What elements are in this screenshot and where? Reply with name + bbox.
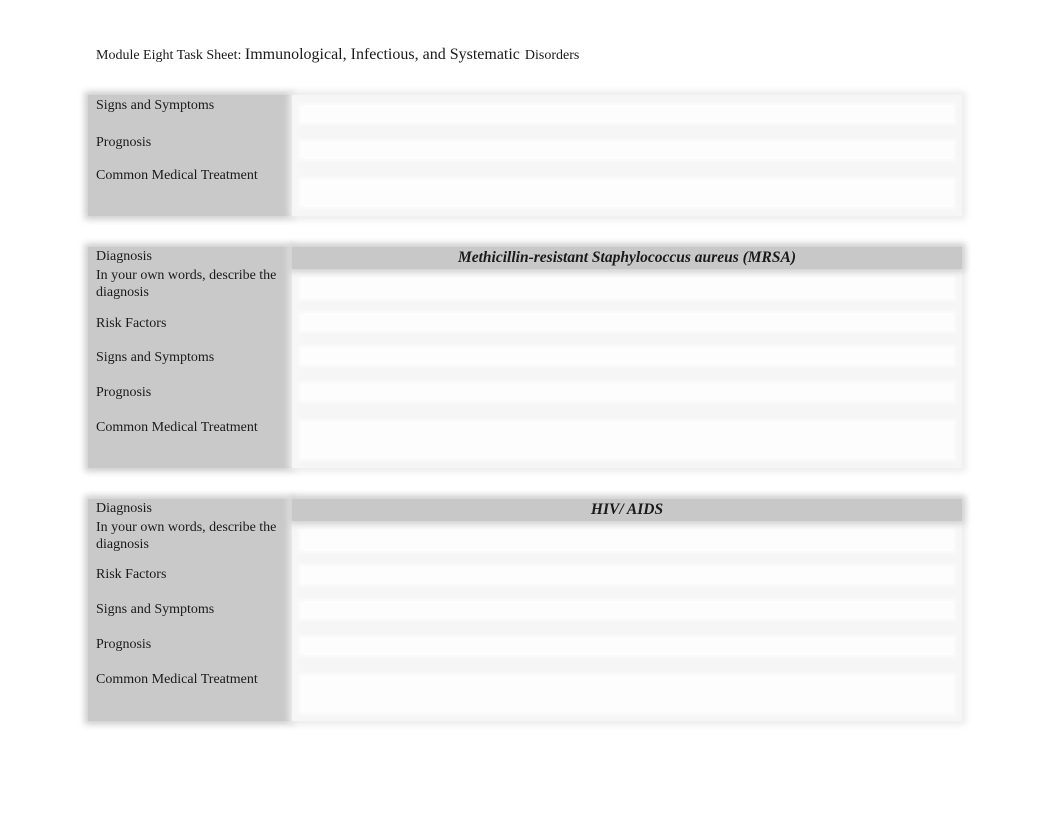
answer-field-risk[interactable] — [300, 313, 954, 331]
answer-field-risk[interactable] — [300, 566, 954, 584]
table-mrsa: Methicillin-resistant Staphylococcus aur… — [88, 247, 962, 468]
row-label-treatment: Common Medical Treatment — [96, 168, 258, 183]
row-label-description: In your own words, describe the diagnosi… — [96, 520, 277, 552]
answer-field-treatment[interactable] — [300, 179, 954, 207]
answer-column — [292, 95, 962, 216]
row-label-diagnosis: Diagnosis — [96, 501, 152, 516]
row-label-signs: Signs and Symptoms — [96, 602, 215, 617]
answer-field-prognosis[interactable] — [300, 637, 954, 655]
row-label-prognosis: Prognosis — [96, 385, 152, 400]
table-hiv-aids: HIV/ AIDS Diagnosis In your own words, d… — [88, 499, 962, 721]
row-label-treatment: Common Medical Treatment — [96, 672, 258, 687]
row-label-diagnosis: Diagnosis — [96, 249, 152, 264]
header-title: Immunological, Infectious, and Systemati… — [244, 46, 520, 63]
header-prefix: Module Eight Task Sheet: — [96, 48, 245, 63]
row-label-risk: Risk Factors — [96, 316, 167, 331]
answer-column — [292, 499, 962, 721]
row-label-prognosis: Prognosis — [96, 135, 152, 150]
row-label-prognosis: Prognosis — [96, 637, 152, 652]
answer-field-treatment[interactable] — [300, 675, 954, 713]
answer-field-signs[interactable] — [300, 601, 954, 619]
answer-field-description[interactable] — [300, 529, 954, 551]
answer-column — [292, 247, 962, 468]
row-label-signs: Signs and Symptoms — [96, 350, 215, 365]
table-continuation: Signs and Symptoms Prognosis Common Medi… — [88, 95, 962, 216]
row-label-treatment: Common Medical Treatment — [96, 420, 258, 435]
diagnosis-title: Methicillin-resistant Staphylococcus aur… — [292, 247, 962, 269]
answer-field-prognosis[interactable] — [300, 383, 954, 401]
answer-field-description[interactable] — [300, 277, 954, 299]
answer-field-signs[interactable] — [300, 105, 954, 123]
answer-field-signs[interactable] — [300, 347, 954, 365]
page-header: Module Eight Task Sheet: Immunological, … — [96, 46, 579, 64]
diagnosis-title: HIV/ AIDS — [292, 499, 962, 521]
row-label-description: In your own words, describe the diagnosi… — [96, 268, 277, 300]
answer-field-treatment[interactable] — [300, 421, 954, 459]
header-suffix: Disorders — [524, 48, 580, 63]
row-label-signs: Signs and Symptoms — [96, 98, 215, 113]
answer-field-prognosis[interactable] — [300, 141, 954, 159]
row-label-risk: Risk Factors — [96, 567, 167, 582]
